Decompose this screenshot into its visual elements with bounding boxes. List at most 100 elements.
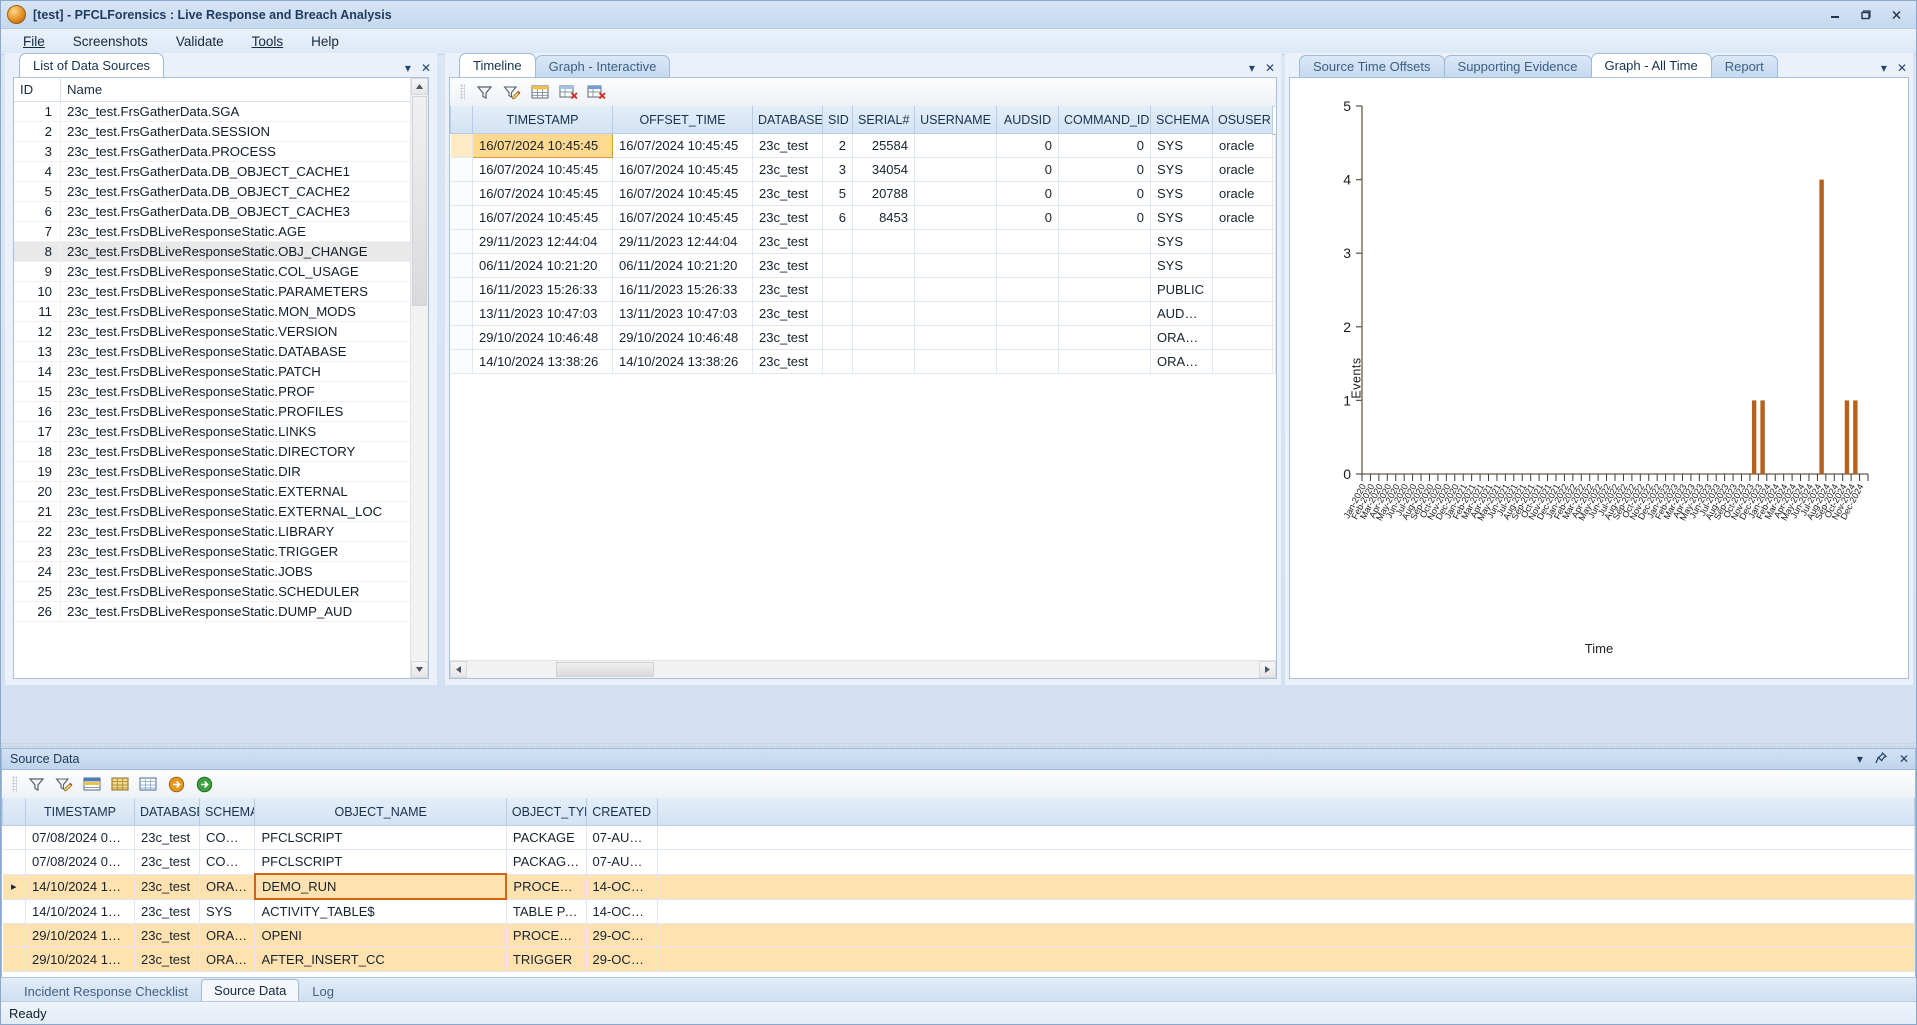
table-row[interactable]: 16/11/2023 15:26:33 16/11/2023 15:26:33 23… <box>450 277 1276 302</box>
maximize-button[interactable] <box>1850 4 1881 26</box>
tab-supporting-evidence[interactable]: Supporting Evidence <box>1443 55 1592 77</box>
grid-blue-icon[interactable] <box>137 773 159 795</box>
list-item[interactable]: 23 23c_test.FrsDBLiveResponseStatic.TRIGG… <box>14 541 411 562</box>
menu-tools[interactable]: Tools <box>238 31 298 52</box>
col-audsid[interactable]: AUDSID <box>996 106 1059 134</box>
table-row[interactable]: 16/07/2024 10:45:45 16/07/2024 10:45:45 23… <box>450 205 1276 230</box>
events-over-time-chart[interactable]: Events 0 1 2 3 4 5 Jan-2020 Feb-2020 Mar-2020 Apr… <box>1290 78 1908 678</box>
list-item[interactable]: 4 23c_test.FrsGatherData.DB_OBJECT_CACHE1 <box>14 161 411 182</box>
col-created[interactable]: CREATED <box>585 798 658 826</box>
table-row[interactable]: 29/10/2024 10:46:48 29/10/2024 10:46:48 23… <box>450 325 1276 350</box>
menu-file[interactable]: File <box>9 31 59 52</box>
data-sources-vscrollbar[interactable] <box>410 78 428 678</box>
list-item[interactable]: 7 23c_test.FrsDBLiveResponseStatic.AGE <box>14 221 411 242</box>
table-row[interactable]: 29/10/2024 10:46:4823c_testORABL…OPENIPR… <box>2 923 1915 948</box>
tab-source-data[interactable]: Source Data <box>201 979 300 1002</box>
timeline-hscrollbar[interactable] <box>450 660 1276 678</box>
tab-graph-interactive[interactable]: Graph - Interactive <box>534 55 671 77</box>
list-item[interactable]: 18 23c_test.FrsDBLiveResponseStatic.DIREC… <box>14 441 411 462</box>
list-item[interactable]: 12 23c_test.FrsDBLiveResponseStatic.VERSI… <box>14 321 411 342</box>
list-item[interactable]: 21 23c_test.FrsDBLiveResponseStatic.EXTER… <box>14 501 411 522</box>
table-row[interactable]: 29/11/2023 12:44:04 29/11/2023 12:44:04 23… <box>450 229 1276 254</box>
table-row[interactable]: 29/10/2024 10:48:5723c_testORABL…AFTER_I… <box>2 947 1915 972</box>
minimize-button[interactable] <box>1819 4 1850 26</box>
list-item[interactable]: 3 23c_test.FrsGatherData.PROCESS <box>14 141 411 162</box>
chevron-down-icon[interactable]: ▾ <box>405 61 411 75</box>
col-id[interactable]: ID <box>14 78 61 102</box>
list-item[interactable]: 19 23c_test.FrsDBLiveResponseStatic.DIR <box>14 461 411 482</box>
list-item[interactable]: 14 23c_test.FrsDBLiveResponseStatic.PATCH <box>14 361 411 382</box>
list-item[interactable]: 25 23c_test.FrsDBLiveResponseStatic.SCHED… <box>14 581 411 602</box>
close-icon[interactable]: ✕ <box>1899 752 1909 766</box>
chart-bar[interactable] <box>1819 179 1824 474</box>
col-name[interactable]: Name <box>60 78 411 102</box>
col-database[interactable]: DATABASE <box>134 798 200 826</box>
green-arrow-icon[interactable] <box>193 773 215 795</box>
chevron-down-icon[interactable]: ▾ <box>1857 752 1863 766</box>
remove-column-icon[interactable] <box>557 81 579 103</box>
tab-log[interactable]: Log <box>299 981 347 1002</box>
list-item[interactable]: 24 23c_test.FrsDBLiveResponseStatic.JOBS <box>14 561 411 582</box>
scroll-right-icon[interactable] <box>1259 661 1276 678</box>
col-database[interactable]: DATABASE <box>752 106 823 134</box>
col-object-name[interactable]: OBJECT_NAME <box>254 798 507 826</box>
close-icon[interactable]: ✕ <box>1265 61 1275 75</box>
menu-screenshots[interactable]: Screenshots <box>59 31 162 52</box>
col-timestamp[interactable]: TIMESTAMP <box>25 798 135 826</box>
menu-help[interactable]: Help <box>297 31 353 52</box>
filter-icon[interactable] <box>25 773 47 795</box>
toolbar-grip[interactable] <box>12 776 17 792</box>
list-item[interactable]: 11 23c_test.FrsDBLiveResponseStatic.MON_M… <box>14 301 411 322</box>
grid-icon[interactable] <box>529 81 551 103</box>
col-osuser[interactable]: OSUSER <box>1212 106 1273 134</box>
graph-container[interactable]: Events 0 1 2 3 4 5 Jan-2020 Feb-2020 Mar-2020 Apr… <box>1289 77 1909 679</box>
scroll-down-icon[interactable] <box>411 661 428 678</box>
toolbar-grip[interactable] <box>460 84 465 100</box>
edit-filter-icon[interactable] <box>501 81 523 103</box>
chart-bar[interactable] <box>1853 400 1858 474</box>
list-item[interactable]: 20 23c_test.FrsDBLiveResponseStatic.EXTER… <box>14 481 411 502</box>
table-row[interactable]: 14/10/2024 13:26:3923c_testSYSACTIVITY_T… <box>2 899 1915 924</box>
col-serial[interactable]: SERIAL# <box>852 106 915 134</box>
chevron-down-icon[interactable]: ▾ <box>1249 61 1255 75</box>
list-item[interactable]: 17 23c_test.FrsDBLiveResponseStatic.LINKS <box>14 421 411 442</box>
list-item[interactable]: 15 23c_test.FrsDBLiveResponseStatic.PROF <box>14 381 411 402</box>
list-item[interactable]: 22 23c_test.FrsDBLiveResponseStatic.LIBRA… <box>14 521 411 542</box>
table-row[interactable]: 16/07/2024 10:45:45 16/07/2024 10:45:45 23… <box>450 133 1276 158</box>
list-item[interactable]: 9 23c_test.FrsDBLiveResponseStatic.COL_US… <box>14 261 411 282</box>
grid-gold-icon[interactable] <box>109 773 131 795</box>
remove-grid-icon[interactable] <box>585 81 607 103</box>
pin-icon[interactable] <box>1875 751 1888 767</box>
menu-validate[interactable]: Validate <box>162 31 238 52</box>
chart-bar[interactable] <box>1751 400 1757 474</box>
col-schema[interactable]: SCHEMA <box>198 798 256 826</box>
col-username[interactable]: USERNAME <box>914 106 997 134</box>
tab-list-of-data-sources[interactable]: List of Data Sources <box>19 53 165 77</box>
col-schema[interactable]: SCHEMA <box>1150 106 1213 134</box>
table-row[interactable]: 14/10/2024 13:38:26 14/10/2024 13:38:26 23… <box>450 349 1276 374</box>
list-item[interactable]: 8 23c_test.FrsDBLiveResponseStatic.OBJ_CH… <box>14 241 411 262</box>
filter-icon[interactable] <box>473 81 495 103</box>
col-timestamp[interactable]: TIMESTAMP <box>472 106 613 134</box>
list-item[interactable]: 16 23c_test.FrsDBLiveResponseStatic.PROFI… <box>14 401 411 422</box>
list-item[interactable]: 1 23c_test.FrsGatherData.SGA <box>14 101 411 122</box>
list-item[interactable]: 26 23c_test.FrsDBLiveResponseStatic.DUMP_… <box>14 601 411 622</box>
grid-yellow-icon[interactable] <box>81 773 103 795</box>
scroll-thumb[interactable] <box>412 96 427 306</box>
table-row[interactable]: 07/08/2024 09:27:2223c_testCOMP…PFCLSCRI… <box>2 849 1915 875</box>
tab-graph-all-time[interactable]: Graph - All Time <box>1590 53 1712 77</box>
col-sid[interactable]: SID <box>822 106 853 134</box>
tab-incident-response-checklist[interactable]: Incident Response Checklist <box>11 981 201 1002</box>
tab-report[interactable]: Report <box>1710 55 1778 77</box>
table-row[interactable]: ▸14/10/2024 13:38:2623c_testORABL…DEMO_R… <box>2 873 1915 900</box>
data-sources-list[interactable]: ID Name 1 23c_test.FrsGatherData.SGA 2 23c_… <box>13 77 429 679</box>
chart-bar[interactable] <box>1760 400 1765 474</box>
list-item[interactable]: 13 23c_test.FrsDBLiveResponseStatic.DATAB… <box>14 341 411 362</box>
close-icon[interactable]: ✕ <box>421 61 431 75</box>
chart-bar[interactable] <box>1844 400 1850 474</box>
table-row[interactable]: 16/07/2024 10:45:45 16/07/2024 10:45:45 23… <box>450 181 1276 206</box>
list-item[interactable]: 5 23c_test.FrsGatherData.DB_OBJECT_CACHE2 <box>14 181 411 202</box>
table-row[interactable]: 07/08/2024 09:27:2223c_testCOMP…PFCLSCRI… <box>2 825 1915 850</box>
tab-timeline[interactable]: Timeline <box>459 53 536 77</box>
list-item[interactable]: 10 23c_test.FrsDBLiveResponseStatic.PARAM… <box>14 281 411 302</box>
